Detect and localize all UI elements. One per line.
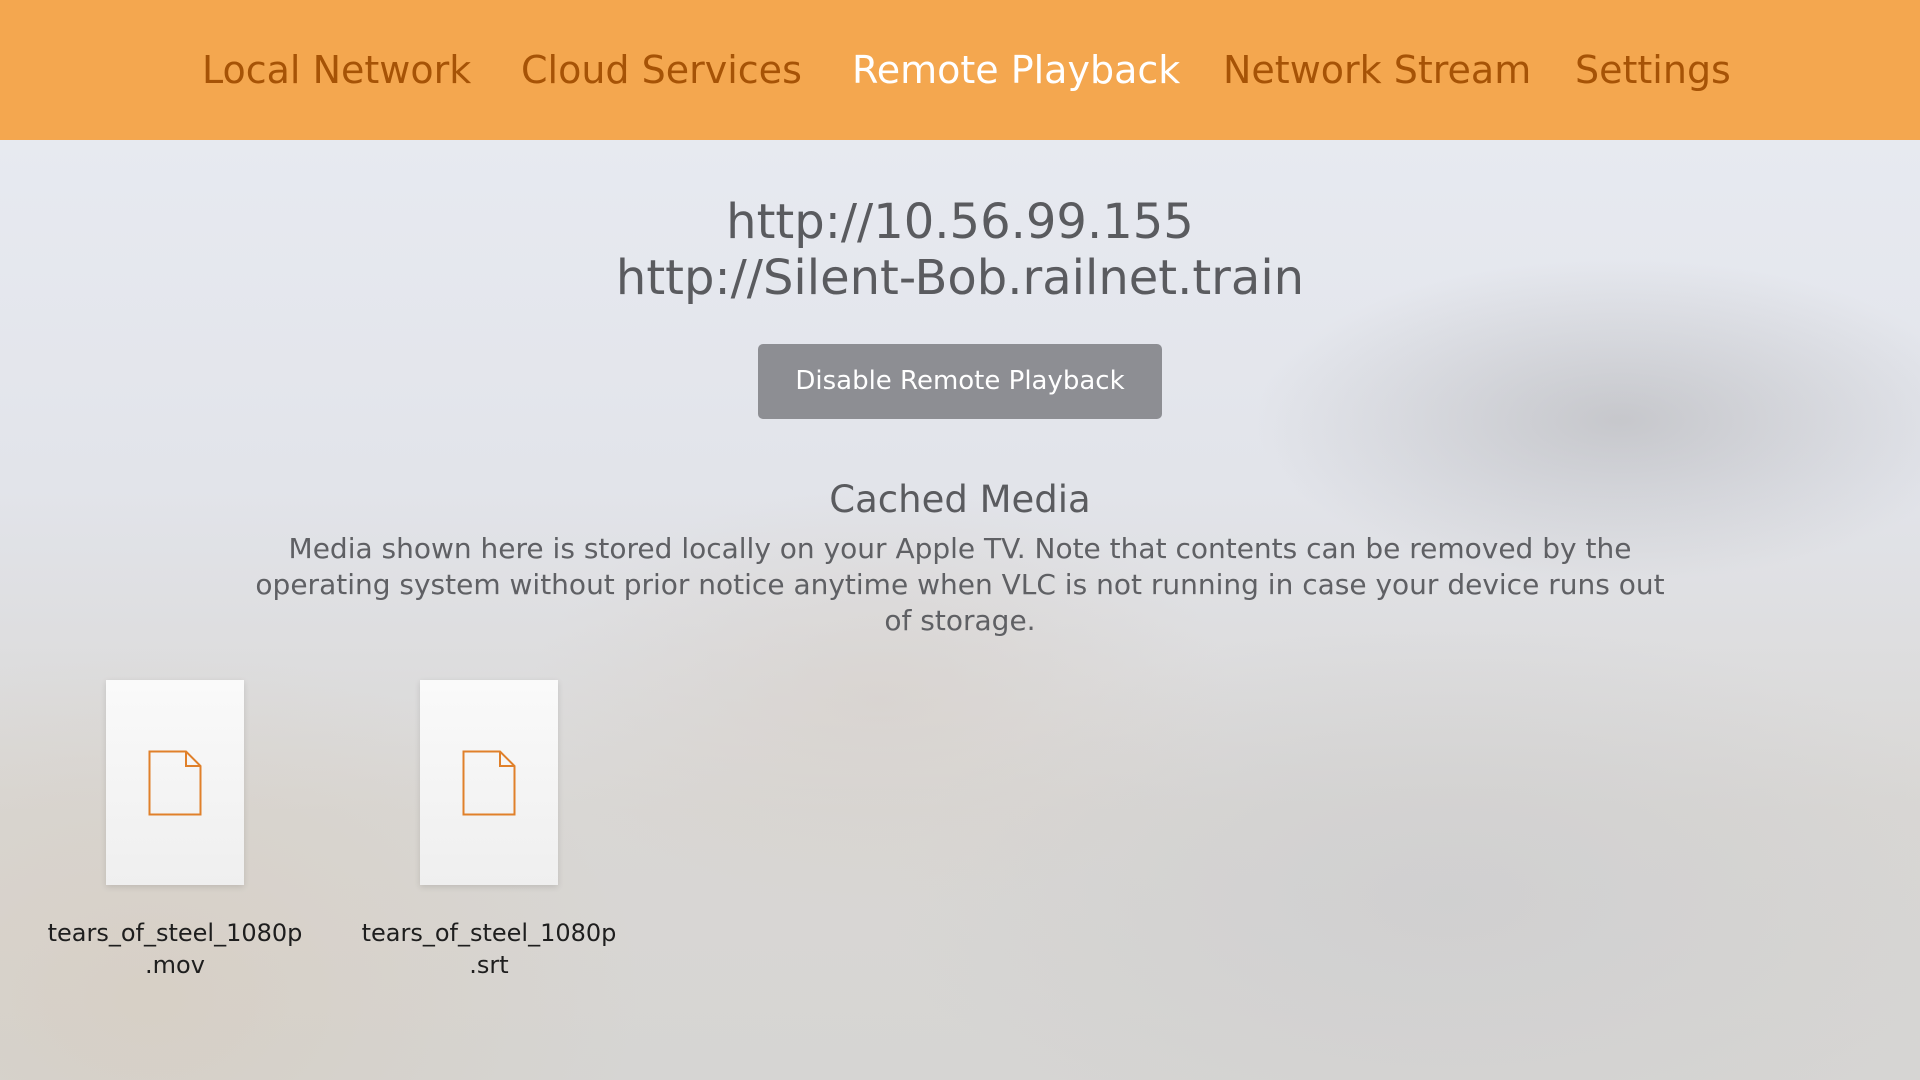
- cached-media-title: Cached Media: [829, 478, 1091, 521]
- cached-file-thumbnail-mov[interactable]: [106, 680, 244, 885]
- file-name-line: tears_of_steel_1080p: [361, 919, 617, 947]
- cached-file-name-mov[interactable]: tears_of_steel_1080p .mov: [25, 917, 325, 981]
- tab-cloud-services[interactable]: Cloud Services: [521, 46, 802, 94]
- remote-playback-ip-url: http://10.56.99.155: [726, 194, 1194, 250]
- tab-network-stream[interactable]: Network Stream: [1223, 46, 1531, 94]
- file-name-line: tears_of_steel_1080p: [47, 919, 303, 947]
- disable-remote-playback-button[interactable]: Disable Remote Playback: [758, 344, 1162, 419]
- tab-remote-playback[interactable]: Remote Playback: [852, 46, 1180, 94]
- tab-settings[interactable]: Settings: [1575, 46, 1731, 94]
- top-navigation-bar: Local Network Cloud Services Remote Play…: [0, 0, 1920, 140]
- document-icon: [462, 750, 516, 816]
- document-icon: [148, 750, 202, 816]
- cached-media-description: Media shown here is stored locally on yo…: [255, 532, 1665, 637]
- cached-file-thumbnail-srt[interactable]: [420, 680, 558, 885]
- file-extension-line: .mov: [145, 951, 205, 979]
- file-extension-line: .srt: [469, 951, 509, 979]
- cached-file-name-srt[interactable]: tears_of_steel_1080p .srt: [339, 917, 639, 981]
- tab-local-network[interactable]: Local Network: [202, 46, 471, 94]
- remote-playback-hostname-url: http://Silent-Bob.railnet.train: [615, 250, 1305, 306]
